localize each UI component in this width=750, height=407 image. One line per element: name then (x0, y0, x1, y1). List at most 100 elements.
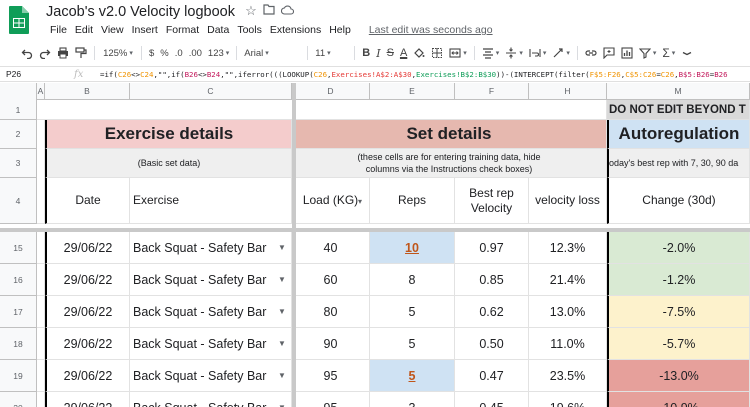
percent-format-button[interactable]: % (157, 44, 171, 62)
cloud-status-icon[interactable] (280, 4, 294, 18)
menu-help[interactable]: Help (325, 24, 355, 36)
undo-icon[interactable] (18, 44, 36, 62)
exercise-details-title[interactable]: Exercise details (45, 120, 292, 149)
header-best-rep-velocity[interactable]: Best rep Velocity (455, 178, 529, 224)
star-icon[interactable]: ☆ (244, 4, 258, 18)
insert-link-icon[interactable] (582, 44, 600, 62)
cell-velocity-loss[interactable]: 21.4% (529, 264, 607, 296)
header-change-30d[interactable]: Change (30d) (607, 178, 750, 224)
formula-input[interactable]: =if(C26<>C24,"",if(B26<>B24,"",iferror((… (100, 70, 728, 79)
paint-format-icon[interactable] (72, 44, 90, 62)
cell-load[interactable]: 95 (292, 360, 370, 392)
font-select[interactable]: Arial (241, 44, 303, 62)
bold-button[interactable]: B (359, 44, 373, 62)
filter-icon[interactable] (636, 44, 660, 62)
document-title[interactable]: Jacob's v2.0 Velocity logbook (46, 4, 235, 20)
column-header-f[interactable]: F (455, 83, 529, 100)
cell-change-30d[interactable]: -1.2% (607, 264, 750, 296)
header-date[interactable]: Date (45, 178, 130, 224)
column-header-e[interactable]: E (370, 83, 455, 100)
row-header-1[interactable]: 1 (0, 100, 37, 120)
more-icon[interactable] (678, 44, 696, 62)
set-details-title[interactable]: Set details (292, 120, 607, 149)
menu-tools[interactable]: Tools (233, 24, 266, 36)
row-header-2[interactable]: 2 (0, 120, 37, 149)
cell-reps[interactable]: 8 (370, 264, 455, 296)
cell-best-rep-velocity[interactable]: 0.50 (455, 328, 529, 360)
reps-value[interactable]: 5 (409, 369, 416, 383)
cell-change-30d[interactable]: -5.7% (607, 328, 750, 360)
header-reps[interactable]: Reps (370, 178, 455, 224)
cell-a15[interactable] (37, 232, 45, 264)
cell-date[interactable]: 29/06/22 (45, 392, 130, 407)
row-header-18[interactable]: 18 (0, 328, 37, 360)
cell-best-rep-velocity[interactable]: 0.47 (455, 360, 529, 392)
borders-icon[interactable] (428, 44, 446, 62)
autoregulation-subtitle[interactable]: oday's best rep with 7, 30, 90 da (607, 149, 750, 178)
cell-exercise-dropdown[interactable]: Back Squat - Safety Bar (130, 328, 292, 360)
column-header-c[interactable]: C (130, 83, 292, 100)
cell-reps[interactable]: 10 (370, 232, 455, 264)
frozen-row-divider[interactable] (0, 228, 750, 232)
row-header-3[interactable]: 3 (0, 149, 37, 178)
cell-best-rep-velocity[interactable]: 0.97 (455, 232, 529, 264)
menu-file[interactable]: File (46, 24, 71, 36)
menu-view[interactable]: View (97, 24, 128, 36)
cell-best-rep-velocity[interactable]: 0.62 (455, 296, 529, 328)
row-header-15[interactable]: 15 (0, 232, 37, 264)
cell-load[interactable]: 60 (292, 264, 370, 296)
vertical-align-icon[interactable] (502, 44, 526, 62)
column-header-d[interactable]: D (292, 83, 370, 100)
cell-change-30d[interactable]: -7.5% (607, 296, 750, 328)
strikethrough-button[interactable]: S (384, 44, 397, 62)
row-header-16[interactable]: 16 (0, 264, 37, 296)
cell-velocity-loss[interactable]: 12.3% (529, 232, 607, 264)
cell-change-30d[interactable]: -10.9% (607, 392, 750, 407)
cell-exercise-dropdown[interactable]: Back Squat - Safety Bar (130, 264, 292, 296)
increase-decimal-button[interactable]: .00 (186, 44, 205, 62)
cell-velocity-loss[interactable]: 13.0% (529, 296, 607, 328)
cell-change-30d[interactable]: -2.0% (607, 232, 750, 264)
cell-date[interactable]: 29/06/22 (45, 264, 130, 296)
text-color-button[interactable]: A (397, 44, 410, 62)
cell-exercise-dropdown[interactable]: Back Squat - Safety Bar (130, 296, 292, 328)
zoom-select[interactable]: 125% (99, 44, 137, 62)
italic-button[interactable]: I (373, 44, 383, 62)
cell-exercise-dropdown[interactable]: Back Squat - Safety Bar (130, 392, 292, 407)
sheets-logo-icon[interactable] (8, 5, 30, 35)
cell-reps[interactable]: 5 (370, 296, 455, 328)
more-formats-select[interactable]: 123 (205, 44, 232, 62)
do-not-edit-note[interactable]: DO NOT EDIT BEYOND T (607, 100, 750, 120)
column-header-m[interactable]: M (607, 83, 750, 100)
menu-edit[interactable]: Edit (71, 24, 97, 36)
fill-color-icon[interactable] (410, 44, 428, 62)
cell-best-rep-velocity[interactable]: 0.85 (455, 264, 529, 296)
cell-load[interactable]: 80 (292, 296, 370, 328)
frozen-column-divider[interactable] (292, 83, 296, 407)
cell-a16[interactable] (37, 264, 45, 296)
header-velocity-loss[interactable]: velocity loss (529, 178, 607, 224)
cell-load[interactable]: 90 (292, 328, 370, 360)
menu-data[interactable]: Data (203, 24, 233, 36)
cell-load[interactable]: 95 (292, 392, 370, 407)
redo-icon[interactable] (36, 44, 54, 62)
insert-comment-icon[interactable] (600, 44, 618, 62)
menu-insert[interactable]: Insert (128, 24, 162, 36)
cell-change-30d[interactable]: -13.0% (607, 360, 750, 392)
horizontal-align-icon[interactable] (479, 44, 503, 62)
menu-extensions[interactable]: Extensions (266, 24, 325, 36)
cell-a19[interactable] (37, 360, 45, 392)
row-header-19[interactable]: 19 (0, 360, 37, 392)
reps-value[interactable]: 10 (405, 241, 419, 255)
set-details-subtitle[interactable]: (these cells are for entering training d… (292, 149, 607, 178)
cell-a17[interactable] (37, 296, 45, 328)
text-rotation-icon[interactable] (549, 44, 573, 62)
decrease-decimal-button[interactable]: .0 (172, 44, 186, 62)
autoregulation-title[interactable]: Autoregulation (607, 120, 750, 149)
cell-exercise-dropdown[interactable]: Back Squat - Safety Bar (130, 360, 292, 392)
cell-date[interactable]: 29/06/22 (45, 296, 130, 328)
cell-reps[interactable]: 5 (370, 328, 455, 360)
name-box[interactable]: P26 (0, 69, 42, 79)
cell-a18[interactable] (37, 328, 45, 360)
select-all-corner[interactable] (0, 83, 37, 100)
